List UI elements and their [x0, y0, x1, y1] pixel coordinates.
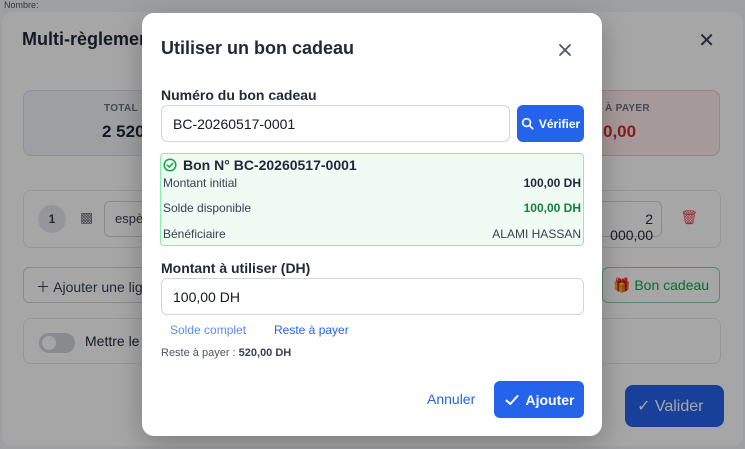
amount-input[interactable] [161, 278, 584, 315]
voucher-number-input[interactable] [161, 105, 510, 142]
remaining-to-pay-text: Reste à payer : 520,00 DH [161, 347, 291, 359]
modal-title: Utiliser un bon cadeau [161, 38, 355, 58]
voucher-beneficiary-row: Bénéficiaire ALAMI HASSAN [163, 225, 581, 245]
verify-label: Vérifier [538, 116, 581, 131]
remaining-amount: 520,00 DH [238, 347, 292, 359]
check-circle-icon [163, 158, 177, 172]
check-icon [505, 394, 518, 405]
gift-voucher-modal: Utiliser un bon cadeau Numéro du bon cad… [142, 13, 602, 436]
full-balance-link[interactable]: Solde complet [170, 323, 246, 337]
voucher-header-text: Bon N° BC-20260517-0001 [183, 157, 357, 173]
amount-label: Montant à utiliser (DH) [161, 260, 311, 276]
verify-button[interactable]: Vérifier [517, 105, 584, 142]
voucher-initial-value: 100,00 DH [523, 176, 581, 190]
add-button[interactable]: Ajouter [494, 381, 584, 418]
voucher-balance-label: Solde disponible [163, 201, 252, 215]
voucher-initial-label: Montant initial [163, 176, 238, 190]
voucher-balance-value: 100,00 DH [523, 201, 581, 215]
voucher-number-label: Numéro du bon cadeau [161, 87, 317, 103]
cancel-button[interactable]: Annuler [427, 391, 475, 407]
add-label: Ajouter [525, 391, 575, 408]
voucher-balance-row: Solde disponible 100,00 DH [163, 199, 581, 219]
voucher-info-box: Bon N° BC-20260517-0001 Montant initial … [160, 153, 584, 246]
voucher-beneficiary-label: Bénéficiaire [163, 227, 226, 241]
close-icon[interactable] [556, 41, 574, 59]
voucher-beneficiary-value: ALAMI HASSAN [492, 227, 581, 241]
voucher-header: Bon N° BC-20260517-0001 [163, 157, 357, 173]
remaining-to-pay-link[interactable]: Reste à payer [274, 323, 349, 337]
search-icon [521, 117, 534, 130]
voucher-initial-row: Montant initial 100,00 DH [163, 174, 581, 194]
remaining-prefix: Reste à payer : [161, 347, 236, 359]
